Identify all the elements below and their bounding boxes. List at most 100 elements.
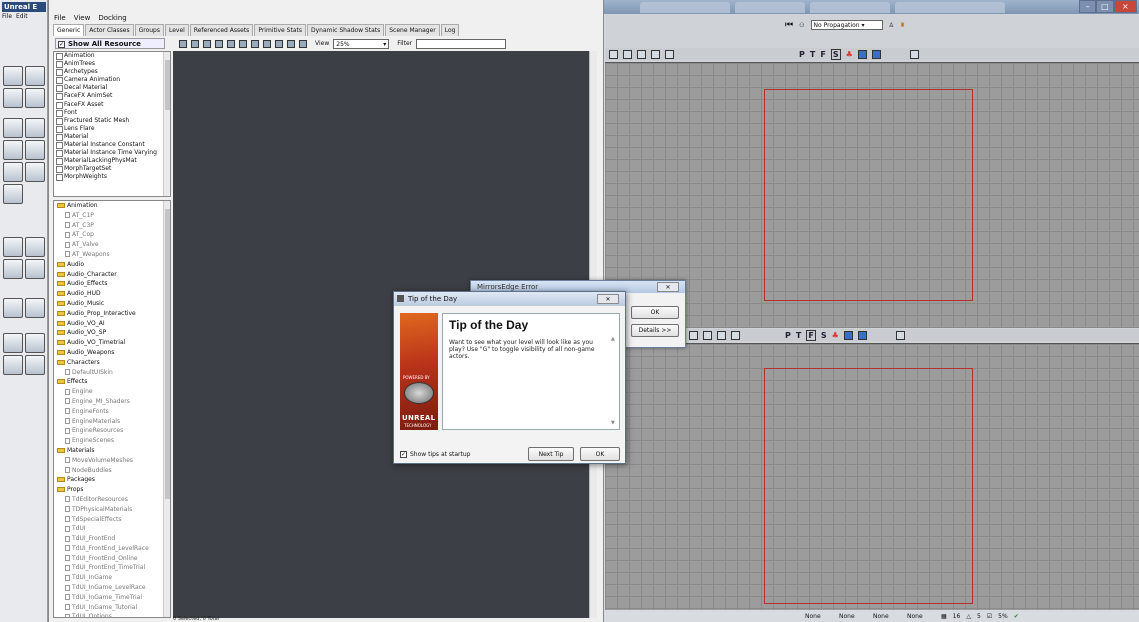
game-view-icon[interactable]	[843, 330, 853, 340]
tree-item[interactable]: TdUI_FrontEnd	[54, 534, 170, 544]
tree-item[interactable]: AT_C1P	[54, 211, 170, 221]
maximize-viewport-icon[interactable]	[857, 330, 867, 340]
viewport-menu-icon[interactable]	[609, 49, 618, 59]
tab-primitive-stats[interactable]: Primitive Stats	[254, 24, 306, 36]
top-button[interactable]: T	[810, 50, 815, 59]
spiral-stair-icon[interactable]	[3, 162, 23, 182]
resource-type-item[interactable]: AnimTrees	[54, 60, 170, 69]
terrain-mode-icon[interactable]	[25, 88, 45, 108]
close-icon[interactable]: ✕	[657, 282, 679, 292]
maximize-button[interactable]: □	[1096, 0, 1114, 13]
tree-item[interactable]: TdUI_Options	[54, 612, 170, 617]
hide-selected-icon[interactable]	[25, 333, 45, 353]
minimize-button[interactable]: –	[1079, 0, 1097, 13]
tree-item[interactable]: Packages	[54, 475, 170, 485]
resource-type-item[interactable]: Decal Material	[54, 84, 170, 93]
error-ok-button[interactable]: OK	[631, 306, 679, 319]
resource-type-item[interactable]: MorphWeights	[54, 173, 170, 182]
tree-item[interactable]: Audio_Prop_Interactive	[54, 309, 170, 319]
next-tip-button[interactable]: Next Tip	[528, 447, 574, 461]
edit-menu[interactable]: Edit	[16, 13, 28, 20]
tree-item[interactable]: AT_Valve	[54, 240, 170, 250]
resource-type-item[interactable]: MorphTargetSet	[54, 165, 170, 174]
cube-preview-icon[interactable]	[251, 39, 259, 48]
tree-item[interactable]: Audio_Character	[54, 270, 170, 280]
resource-type-item[interactable]: Material Instance Constant	[54, 141, 170, 150]
tree-item[interactable]: DefaultUISkin	[54, 368, 170, 378]
tree-item[interactable]: Engine_MI_Shaders	[54, 397, 170, 407]
wireframe-icon[interactable]	[651, 49, 660, 59]
camera-mode-icon[interactable]	[3, 66, 23, 86]
csg-add-icon[interactable]	[3, 237, 23, 257]
viewport-menu-icon[interactable]	[689, 330, 698, 340]
perspective-button[interactable]: P	[799, 50, 805, 59]
close-icon[interactable]: ✕	[597, 294, 619, 304]
wireframe-icon[interactable]	[717, 330, 726, 340]
grid-snap-icon[interactable]: ▦	[941, 613, 947, 620]
tree-item[interactable]: AT_C3P	[54, 221, 170, 231]
front-button[interactable]: F	[820, 50, 825, 59]
cube-brush-icon[interactable]	[25, 66, 45, 86]
tree-item[interactable]: Audio_VO_Timetrial	[54, 338, 170, 348]
tree-item[interactable]: Audio_Effects	[54, 279, 170, 289]
tree-item[interactable]: TdUI_InGame_Tutorial	[54, 603, 170, 613]
tab-actor-classes[interactable]: Actor Classes	[85, 24, 134, 36]
tree-item[interactable]: Audio_HUD	[54, 289, 170, 299]
add-volume-icon[interactable]	[3, 298, 23, 318]
perspective-button[interactable]: P	[785, 331, 791, 340]
lighting-icon[interactable]	[637, 49, 646, 59]
package-tree-scrollbar[interactable]	[163, 201, 170, 617]
tree-item[interactable]: MoveVolumeMeshes	[54, 456, 170, 466]
viewport-grid-bottom[interactable]	[605, 343, 1139, 610]
thumbnail-view-icon[interactable]	[203, 39, 211, 48]
sphere-brush-icon[interactable]	[25, 162, 45, 182]
tree-item[interactable]: TdSpecialEffects	[54, 515, 170, 525]
resource-type-item[interactable]: MaterialLackingPhysMat	[54, 157, 170, 166]
pawn-icon[interactable]: ♙	[889, 22, 894, 29]
linear-stair-icon[interactable]	[25, 140, 45, 160]
resource-type-item[interactable]: FaceFX Asset	[54, 101, 170, 109]
viewport-close-icon[interactable]	[895, 330, 905, 340]
realtime-icon[interactable]	[623, 49, 632, 59]
unlit-icon[interactable]	[731, 330, 740, 340]
autosave-icon[interactable]: ✔	[1014, 613, 1019, 620]
csg-intersect-icon[interactable]	[3, 259, 23, 279]
background-tab[interactable]	[810, 2, 890, 13]
tab-log[interactable]: Log	[440, 24, 460, 36]
background-tab[interactable]	[895, 2, 1005, 13]
show-all-resource-types-checkbox[interactable]: ✓ Show All Resource Types	[55, 38, 165, 58]
tip-scrollbar[interactable]	[611, 336, 617, 426]
cylinder-preview-icon[interactable]	[263, 39, 271, 48]
play-icon[interactable]: ♜	[900, 22, 905, 29]
error-details-button[interactable]: Details >>	[631, 324, 679, 337]
tree-item[interactable]: TdUI	[54, 524, 170, 534]
viewport-close-icon[interactable]	[909, 49, 919, 59]
tree-item[interactable]: Props	[54, 485, 170, 495]
tree-item[interactable]: Audio_Weapons	[54, 348, 170, 358]
tree-item[interactable]: Materials	[54, 446, 170, 456]
file-menu[interactable]: File	[2, 13, 12, 20]
tip-ok-button[interactable]: OK	[580, 447, 620, 461]
list-view-icon[interactable]	[179, 39, 187, 48]
plane-preview-icon[interactable]	[275, 39, 283, 48]
filter-input[interactable]	[416, 38, 507, 49]
tree-item[interactable]: Audio_Music	[54, 299, 170, 309]
lock-icon[interactable]: ♣	[832, 331, 839, 340]
csg-subtract-icon[interactable]	[25, 237, 45, 257]
tab-generic[interactable]: Generic	[53, 24, 85, 36]
tree-item[interactable]: EngineScenes	[54, 436, 170, 446]
add-mover-icon[interactable]	[25, 298, 45, 318]
maximize-viewport-icon[interactable]	[871, 49, 881, 59]
tree-item[interactable]: NodeBuddies	[54, 466, 170, 476]
tab-level[interactable]: Level	[165, 24, 189, 36]
tree-item[interactable]: Audio_VO_SP	[54, 328, 170, 338]
top-button[interactable]: T	[796, 331, 801, 340]
tree-item[interactable]: Audio	[54, 260, 170, 270]
refresh-icon[interactable]	[299, 39, 307, 48]
tab-dynamic-shadow-stats[interactable]: Dynamic Shadow Stats	[306, 24, 385, 36]
tree-item[interactable]: TdUI_FrontEnd_LevelRace	[54, 544, 170, 554]
sheet-brush-icon[interactable]	[3, 184, 23, 204]
tree-item[interactable]: TdUI_FrontEnd_Online	[54, 554, 170, 564]
lighting-icon[interactable]	[703, 330, 712, 340]
resource-type-item[interactable]: Camera Animation	[54, 76, 170, 85]
